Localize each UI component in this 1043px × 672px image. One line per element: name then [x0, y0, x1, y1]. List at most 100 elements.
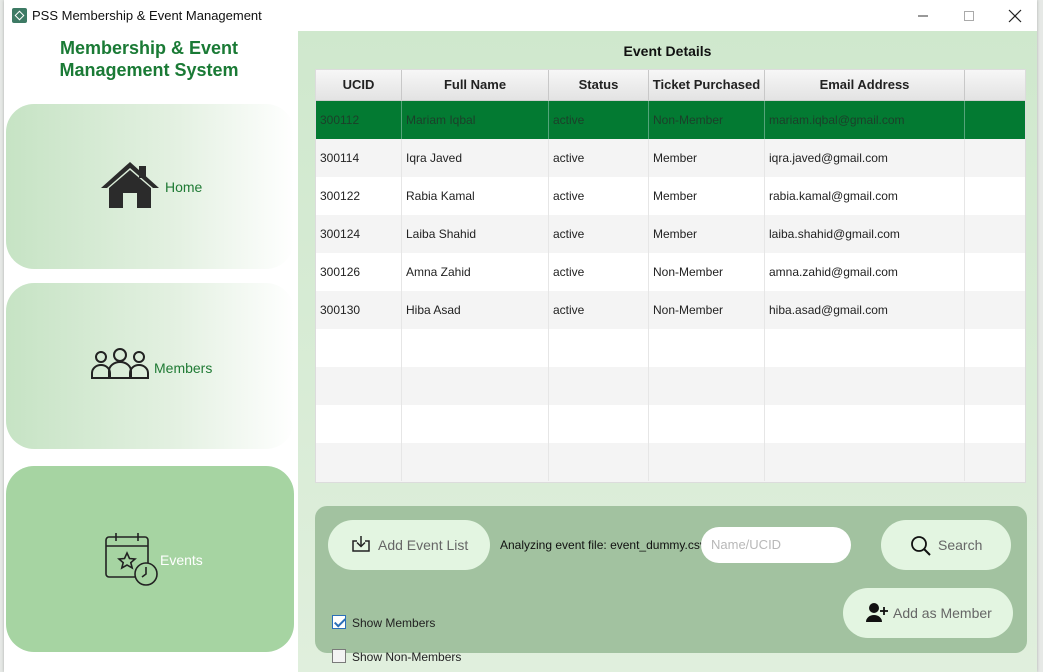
col-header-ticket[interactable]: Ticket Purchased	[649, 70, 765, 100]
maximize-button[interactable]	[946, 0, 992, 31]
empty-table-row	[316, 443, 1025, 481]
cell-ticket: Non-Member	[649, 291, 765, 329]
sidebar-item-home[interactable]: Home	[6, 104, 294, 269]
app-title-line1: Membership & Event	[59, 38, 239, 58]
search-icon	[911, 536, 931, 556]
cell-full-name: Hiba Asad	[402, 291, 549, 329]
minimize-button[interactable]	[900, 0, 946, 31]
show-members-label: Show Members	[352, 616, 436, 630]
empty-cell	[649, 367, 765, 405]
empty-cell	[765, 405, 965, 443]
sidebar-item-label-events: Events	[160, 552, 203, 568]
table-row[interactable]: 300112 Mariam Iqbal active Non-Member ma…	[316, 101, 1025, 139]
empty-table-row	[316, 329, 1025, 367]
cell-status: active	[549, 101, 649, 139]
empty-cell	[316, 405, 402, 443]
sidebar-item-label-home: Home	[165, 179, 203, 195]
empty-table-row	[316, 367, 1025, 405]
add-as-member-button[interactable]: Add as Member	[843, 588, 1013, 638]
window-title: PSS Membership & Event Management	[32, 8, 262, 23]
empty-cell	[549, 329, 649, 367]
table-row[interactable]: 300124 Laiba Shahid active Member laiba.…	[316, 215, 1025, 253]
app-logo-icon	[12, 8, 27, 23]
cell-status: active	[549, 139, 649, 177]
add-user-icon	[866, 603, 888, 622]
sidebar-item-events[interactable]: Events	[6, 466, 294, 652]
cell-full-name: Rabia Kamal	[402, 177, 549, 215]
title-bar[interactable]: PSS Membership & Event Management	[4, 0, 1037, 31]
cell-email: rabia.kamal@gmail.com	[765, 177, 965, 215]
cell-ticket: Non-Member	[649, 101, 765, 139]
add-event-list-button[interactable]: Add Event List	[328, 520, 490, 570]
add-event-list-label: Add Event List	[378, 537, 469, 553]
cell-status: active	[549, 177, 649, 215]
empty-cell	[649, 405, 765, 443]
empty-cell	[549, 367, 649, 405]
show-members-checkbox[interactable]	[332, 615, 346, 629]
cell-full-name: Mariam Iqbal	[402, 101, 549, 139]
controls-panel: Add Event List Analyzing event file: eve…	[315, 506, 1027, 664]
col-header-email[interactable]: Email Address	[765, 70, 965, 100]
cell-email: amna.zahid@gmail.com	[765, 253, 965, 291]
empty-cell	[549, 405, 649, 443]
section-title: Event Details	[623, 43, 712, 59]
empty-cell	[765, 367, 965, 405]
search-input[interactable]: Name/UCID	[701, 527, 851, 563]
close-button[interactable]	[992, 0, 1038, 31]
cell-status: active	[549, 291, 649, 329]
search-button-label: Search	[938, 537, 983, 553]
event-table[interactable]: UCID Full Name Status Ticket Purchased E…	[315, 69, 1026, 483]
cell-full-name: Amna Zahid	[402, 253, 549, 291]
show-nonmembers-label: Show Non-Members	[352, 650, 462, 664]
table-row[interactable]: 300126 Amna Zahid active Non-Member amna…	[316, 253, 1025, 291]
table-header: UCID Full Name Status Ticket Purchased E…	[316, 70, 1025, 101]
maximize-icon	[964, 11, 974, 21]
add-as-member-label: Add as Member	[893, 605, 992, 621]
table-row[interactable]: 300130 Hiba Asad active Non-Member hiba.…	[316, 291, 1025, 329]
table-row[interactable]: 300122 Rabia Kamal active Member rabia.k…	[316, 177, 1025, 215]
col-header-full-name[interactable]: Full Name	[402, 70, 549, 100]
cell-ucid: 300122	[316, 177, 402, 215]
cell-status: active	[549, 253, 649, 291]
empty-cell	[402, 329, 549, 367]
cell-full-name: Laiba Shahid	[402, 215, 549, 253]
cell-email: laiba.shahid@gmail.com	[765, 215, 965, 253]
cell-email: mariam.iqbal@gmail.com	[765, 101, 965, 139]
cell-ucid: 300114	[316, 139, 402, 177]
cell-ucid: 300124	[316, 215, 402, 253]
empty-cell	[402, 405, 549, 443]
cell-ucid: 300126	[316, 253, 402, 291]
main-content: Event Details UCID Full Name Status Tick…	[298, 31, 1037, 672]
col-header-extra	[965, 70, 1025, 100]
empty-cell	[649, 329, 765, 367]
empty-cell	[765, 443, 965, 481]
empty-cell	[549, 443, 649, 481]
cell-ucid: 300130	[316, 291, 402, 329]
analyzing-status-text: Analyzing event file: event_dummy.csv	[500, 538, 706, 552]
table-row[interactable]: 300114 Iqra Javed active Member iqra.jav…	[316, 139, 1025, 177]
calendar-clock-icon	[105, 533, 158, 586]
empty-cell	[649, 443, 765, 481]
minimize-icon	[918, 15, 928, 17]
empty-cell	[316, 443, 402, 481]
cell-status: active	[549, 215, 649, 253]
empty-cell	[402, 443, 549, 481]
cell-ticket: Member	[649, 139, 765, 177]
search-button[interactable]: Search	[881, 520, 1011, 570]
cell-email: hiba.asad@gmail.com	[765, 291, 965, 329]
home-icon	[101, 162, 159, 208]
col-header-status[interactable]: Status	[549, 70, 649, 100]
empty-cell	[316, 367, 402, 405]
app-title: Membership & Event Management System	[4, 37, 294, 81]
cell-email: iqra.javed@gmail.com	[765, 139, 965, 177]
show-nonmembers-checkbox[interactable]	[332, 649, 346, 663]
empty-cell	[402, 367, 549, 405]
cell-ticket: Member	[649, 177, 765, 215]
import-file-icon	[352, 536, 370, 552]
cell-ucid: 300112	[316, 101, 402, 139]
empty-cell	[316, 329, 402, 367]
empty-table-row	[316, 405, 1025, 443]
col-header-ucid[interactable]: UCID	[316, 70, 402, 100]
cell-full-name: Iqra Javed	[402, 139, 549, 177]
sidebar-item-members[interactable]: Members	[6, 283, 294, 449]
